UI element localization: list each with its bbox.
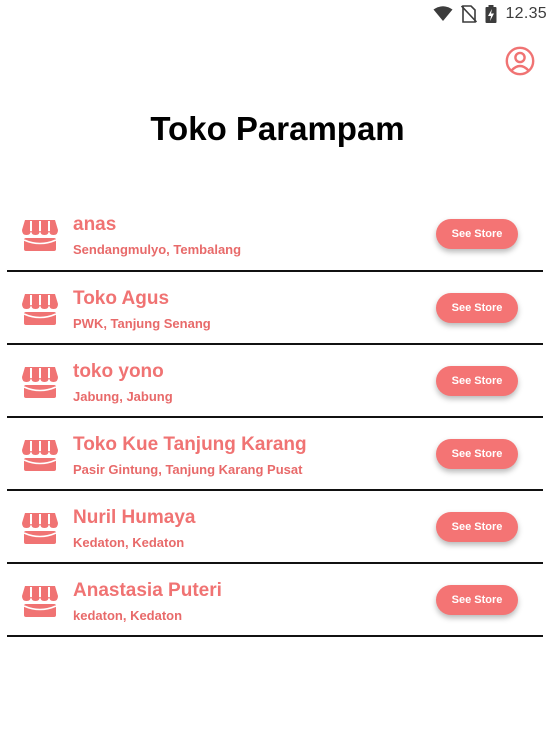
store-list-item: toko yono Jabung, Jabung See Store [7, 345, 543, 418]
wifi-icon [433, 6, 453, 21]
status-time: 12.35 [505, 5, 547, 22]
store-list: anas Sendangmulyo, Tembalang See Store T… [7, 198, 543, 637]
see-store-button[interactable]: See Store [436, 512, 518, 542]
store-list-item: anas Sendangmulyo, Tembalang See Store [7, 198, 543, 272]
store-name: Toko Kue Tanjung Karang [73, 434, 307, 455]
storefront-icon [22, 220, 58, 251]
store-list-item: Toko Kue Tanjung Karang Pasir Gintung, T… [7, 418, 543, 491]
battery-charging-icon [485, 5, 497, 23]
see-store-button[interactable]: See Store [436, 293, 518, 323]
store-name: toko yono [73, 361, 164, 382]
store-list-item: Toko Agus PWK, Tanjung Senang See Store [7, 272, 543, 345]
see-store-button[interactable]: See Store [436, 439, 518, 469]
profile-button[interactable] [505, 46, 535, 76]
store-name: Toko Agus [73, 288, 170, 309]
page-title: Toko Parampam [150, 110, 405, 147]
store-address: Sendangmulyo, Tembalang [73, 242, 242, 257]
store-name: anas [73, 214, 117, 235]
storefront-icon [22, 440, 58, 471]
storefront-icon [22, 513, 58, 544]
store-address: PWK, Tanjung Senang [73, 316, 211, 331]
store-name: Anastasia Puteri [73, 580, 222, 601]
see-store-button[interactable]: See Store [436, 585, 518, 615]
storefront-icon [22, 294, 58, 325]
storefront-icon [22, 586, 58, 617]
store-address: Kedaton, Kedaton [73, 535, 185, 550]
store-name: Nuril Humaya [73, 507, 196, 528]
no-sim-icon [461, 5, 478, 23]
status-bar: 12.35 [0, 0, 555, 28]
storefront-icon [22, 367, 58, 398]
store-list-item: Anastasia Puteri kedaton, Kedaton See St… [7, 564, 543, 637]
status-icons: 12.35 [433, 4, 547, 24]
see-store-button[interactable]: See Store [436, 366, 518, 396]
account-circle-icon [505, 46, 535, 76]
see-store-button[interactable]: See Store [436, 219, 518, 249]
store-list-item: Nuril Humaya Kedaton, Kedaton See Store [7, 491, 543, 564]
store-address: kedaton, Kedaton [73, 608, 183, 623]
store-address: Jabung, Jabung [73, 389, 173, 404]
store-address: Pasir Gintung, Tanjung Karang Pusat [73, 462, 303, 477]
